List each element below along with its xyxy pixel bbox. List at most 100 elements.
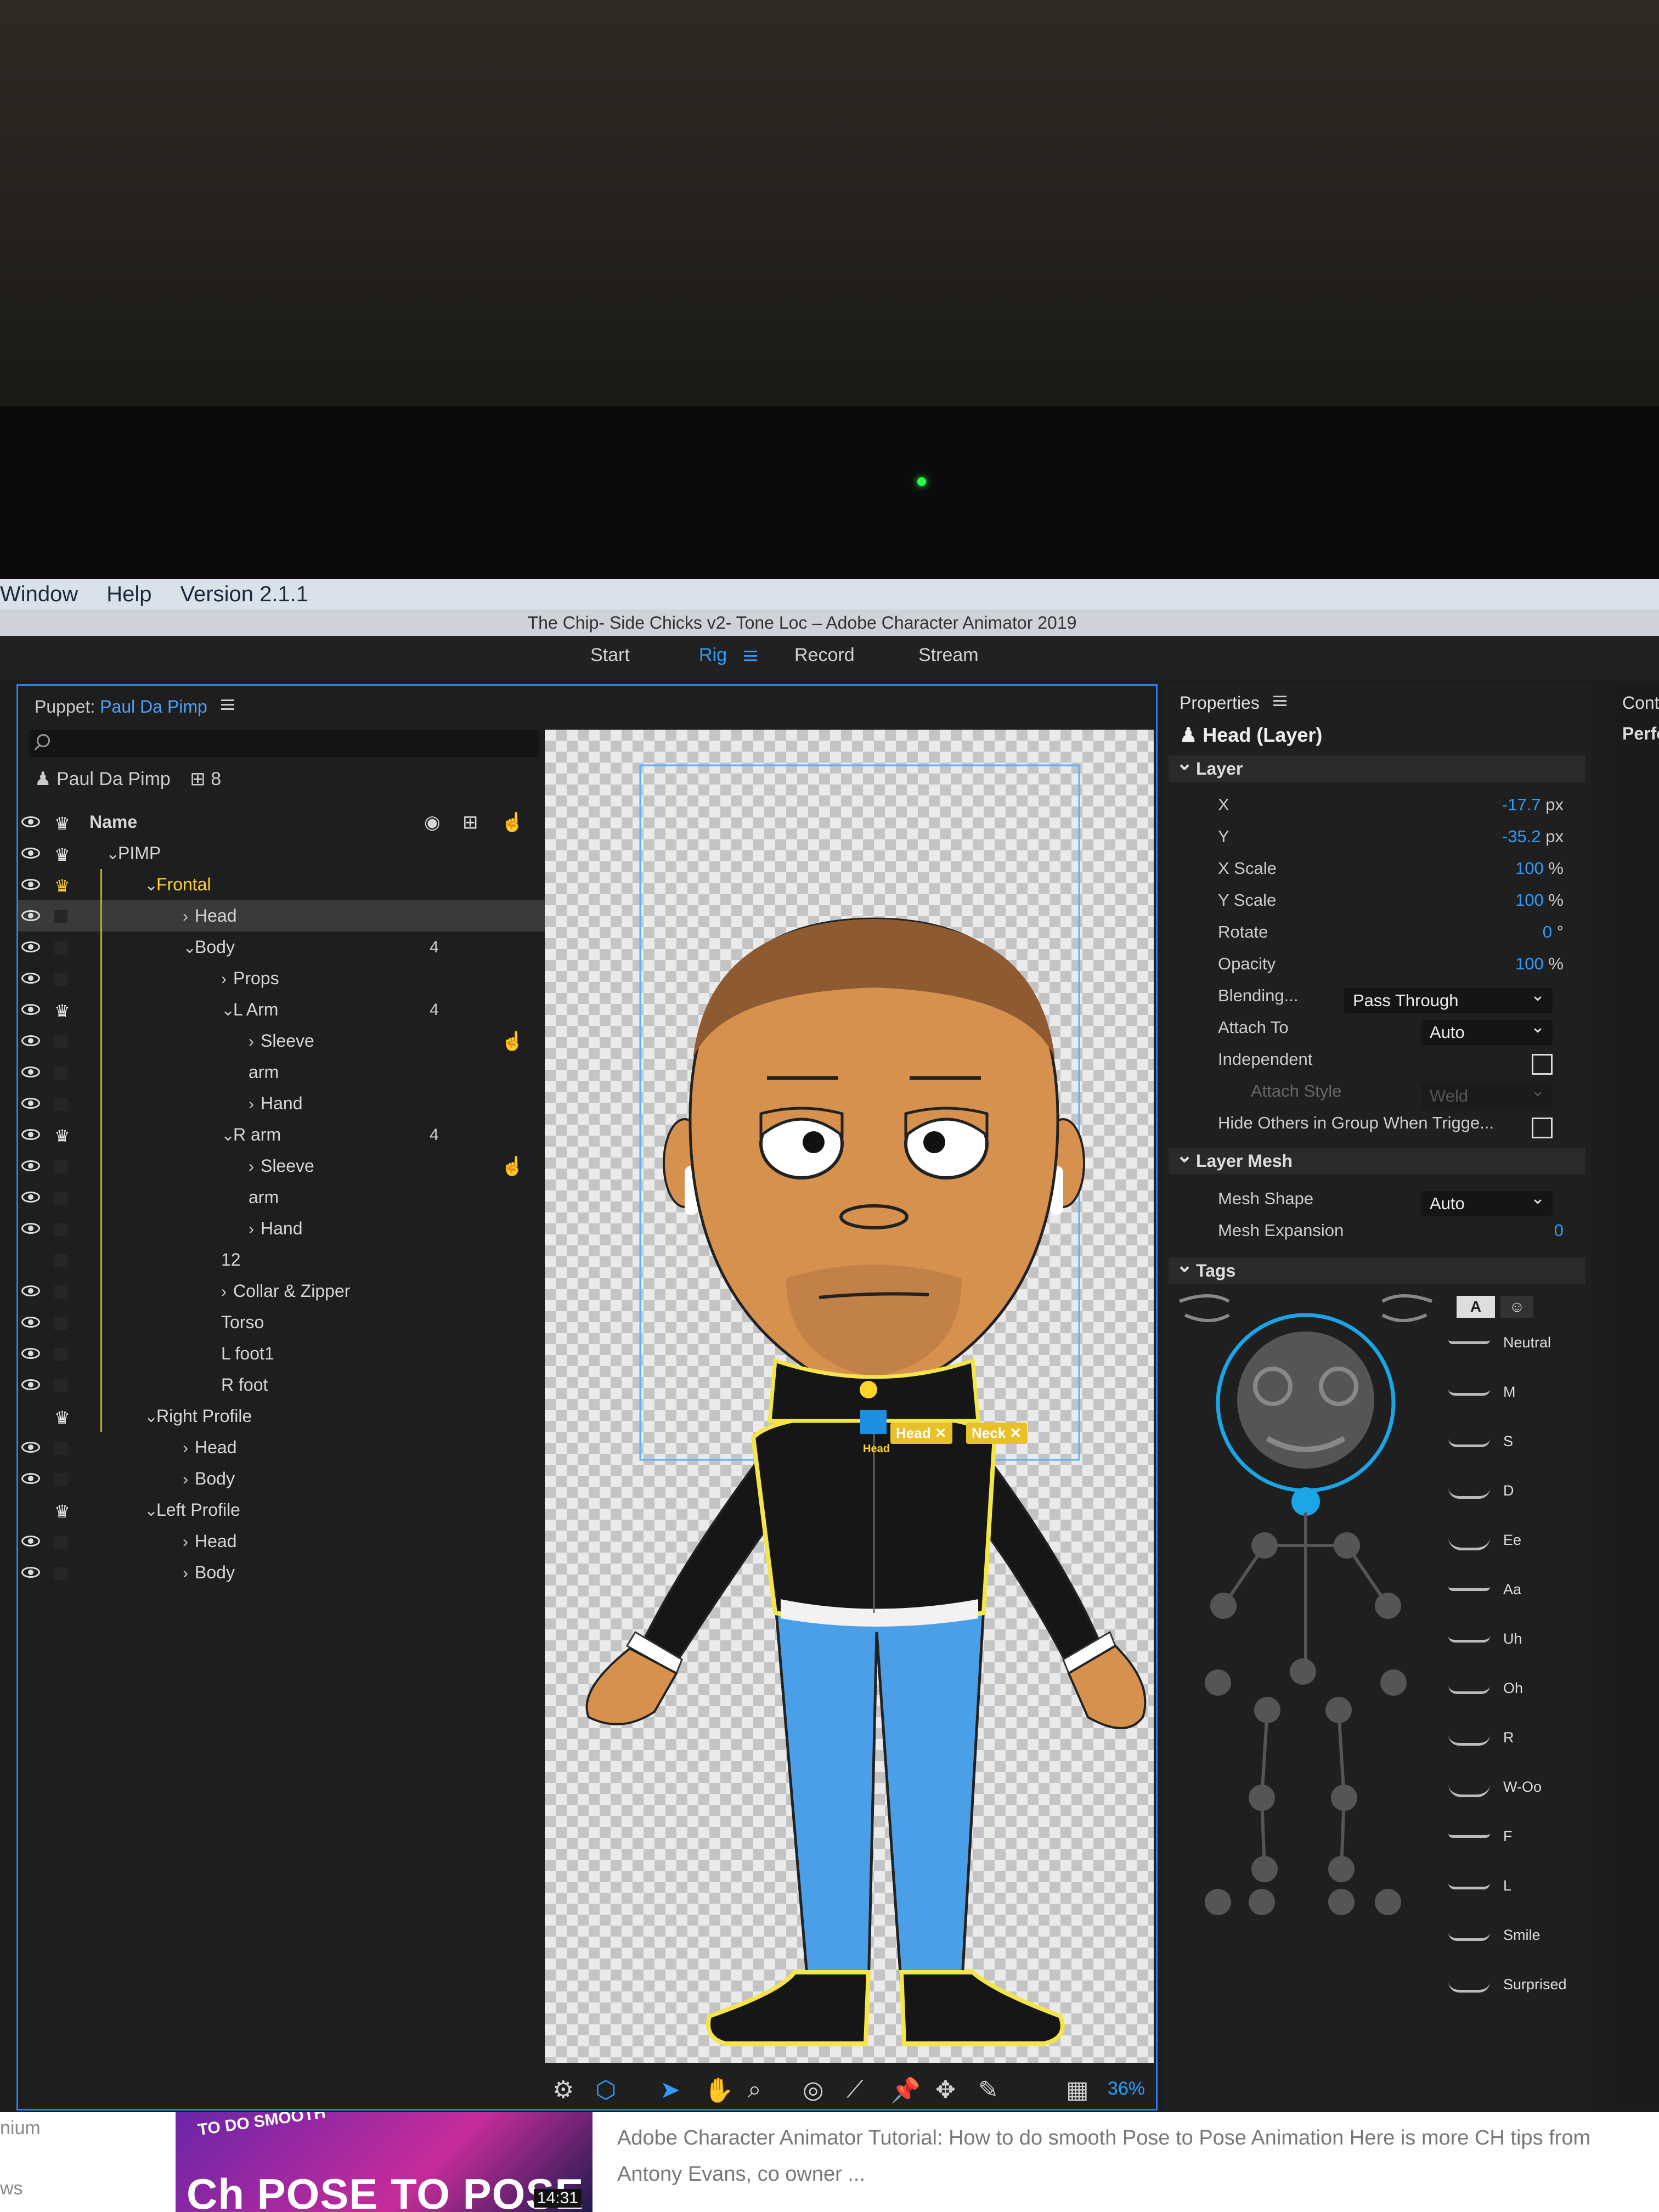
chevron-down-icon[interactable]: ⌄ bbox=[144, 1501, 158, 1520]
eye-icon[interactable] bbox=[21, 973, 40, 984]
origin-tool-icon[interactable]: ◎ bbox=[803, 2076, 823, 2104]
layer-row[interactable]: › Body bbox=[18, 1463, 545, 1494]
chevron-right-icon[interactable]: › bbox=[249, 1032, 261, 1051]
layer-toggle[interactable] bbox=[54, 1285, 67, 1299]
hand-icon[interactable]: ☝ bbox=[501, 1155, 524, 1177]
viseme-row[interactable]: S bbox=[1448, 1433, 1585, 1482]
layer-row[interactable]: Torso bbox=[18, 1307, 545, 1338]
layer-name[interactable]: › Hand bbox=[249, 1218, 303, 1239]
layer-toggle[interactable] bbox=[54, 910, 67, 923]
layer-row[interactable]: › Props bbox=[18, 963, 545, 994]
rig-canvas[interactable]: Head ✕ Neck ✕ Head bbox=[545, 730, 1154, 2107]
eye-icon[interactable] bbox=[21, 848, 40, 859]
chevron-right-icon[interactable]: › bbox=[183, 1533, 195, 1551]
eye-icon[interactable] bbox=[21, 1066, 40, 1077]
mesh-shape-select[interactable]: Auto bbox=[1421, 1186, 1553, 1216]
layer-row[interactable]: L foot1 bbox=[18, 1338, 545, 1369]
viseme-row[interactable]: Oh bbox=[1448, 1680, 1585, 1729]
eye-icon[interactable] bbox=[21, 1317, 40, 1328]
layer-name[interactable]: L foot1 bbox=[221, 1344, 274, 1364]
eye-icon[interactable] bbox=[21, 910, 40, 921]
properties-menu-icon[interactable] bbox=[1273, 693, 1286, 709]
tab-rig[interactable]: Rig bbox=[699, 645, 727, 666]
name-column-header[interactable]: Name bbox=[89, 812, 137, 832]
transparency-grid-icon[interactable]: ▦ bbox=[1066, 2076, 1089, 2104]
tag-chip-neck[interactable]: Neck ✕ bbox=[966, 1423, 1028, 1444]
eye-icon[interactable] bbox=[21, 941, 40, 952]
eye-icon[interactable] bbox=[21, 1567, 40, 1578]
prop-y-value[interactable]: -35.2 px bbox=[1502, 827, 1564, 847]
layer-row[interactable]: arm bbox=[18, 1057, 545, 1088]
menu-version[interactable]: Version 2.1.1 bbox=[180, 582, 309, 607]
video-description[interactable]: Adobe Character Animator Tutorial: How t… bbox=[617, 2120, 1605, 2192]
eye-icon[interactable] bbox=[21, 1160, 40, 1171]
layer-name[interactable]: ⌄Body bbox=[183, 937, 235, 957]
chevron-right-icon[interactable]: › bbox=[221, 970, 233, 989]
layer-row[interactable]: › Hand bbox=[18, 1088, 545, 1119]
layer-name[interactable]: ⌄R arm bbox=[221, 1125, 281, 1145]
tag-filter-text[interactable]: A bbox=[1457, 1296, 1495, 1318]
prop-opacity-value[interactable]: 100 % bbox=[1515, 954, 1564, 974]
layer-toggle[interactable] bbox=[54, 1442, 67, 1455]
layer-toggle[interactable] bbox=[54, 1379, 67, 1392]
viseme-row[interactable]: M bbox=[1448, 1384, 1585, 1433]
rig-menu-icon[interactable] bbox=[744, 648, 757, 664]
tag-filter-face[interactable]: ☺ bbox=[1500, 1296, 1533, 1318]
layer-row[interactable]: ♛ ⌄R arm 4 bbox=[18, 1119, 545, 1150]
viseme-row[interactable]: F bbox=[1448, 1828, 1585, 1877]
tag-chip-head[interactable]: Head ✕ bbox=[890, 1423, 952, 1444]
layer-name[interactable]: › Head bbox=[183, 1437, 237, 1458]
layer-name[interactable]: › Sleeve bbox=[249, 1156, 314, 1176]
layer-toggle[interactable] bbox=[54, 1567, 67, 1580]
crown-icon[interactable]: ♛ bbox=[54, 1126, 70, 1147]
dangle-tool-icon[interactable]: ⚙ bbox=[552, 2076, 574, 2104]
viseme-row[interactable]: Surprised bbox=[1448, 1976, 1585, 2025]
layer-name[interactable]: arm bbox=[249, 1187, 279, 1207]
layer-name[interactable]: ⌄Frontal bbox=[144, 874, 211, 895]
eye-icon[interactable] bbox=[21, 879, 40, 890]
eye-icon[interactable] bbox=[21, 1285, 40, 1296]
chevron-right-icon[interactable]: › bbox=[221, 1283, 233, 1301]
layer-toggle[interactable] bbox=[54, 1317, 67, 1330]
layer-toggle[interactable] bbox=[54, 1066, 67, 1080]
layer-toggle[interactable] bbox=[54, 1536, 67, 1549]
eye-icon[interactable] bbox=[21, 1379, 40, 1390]
chevron-right-icon[interactable]: › bbox=[183, 1439, 195, 1458]
chevron-right-icon[interactable]: › bbox=[249, 1095, 261, 1114]
chevron-right-icon[interactable]: › bbox=[249, 1158, 261, 1176]
eye-icon[interactable] bbox=[21, 1004, 40, 1015]
puppet-root-row[interactable]: ♟ Paul Da Pimp ⊞ 8 bbox=[35, 768, 221, 790]
zoom-level[interactable]: 36% bbox=[1108, 2078, 1145, 2100]
chevron-right-icon[interactable]: › bbox=[183, 907, 195, 926]
section-tags[interactable]: Tags bbox=[1169, 1252, 1585, 1284]
crown-icon[interactable]: ♛ bbox=[54, 876, 70, 896]
layer-row[interactable]: 12 bbox=[18, 1244, 545, 1276]
layer-name[interactable]: › Props bbox=[221, 968, 279, 989]
viseme-row[interactable]: Neutral bbox=[1448, 1334, 1585, 1384]
brush-tool-icon[interactable]: ✎ bbox=[978, 2076, 998, 2104]
viseme-row[interactable]: R bbox=[1448, 1729, 1585, 1779]
layer-row[interactable]: › Head bbox=[18, 1526, 545, 1557]
layer-row[interactable]: ♛ ⌄L Arm 4 bbox=[18, 994, 545, 1025]
prop-yscale-value[interactable]: 100 % bbox=[1515, 890, 1564, 910]
layer-row[interactable]: ♛ ⌄Left Profile bbox=[18, 1494, 545, 1526]
layer-row[interactable]: › Head bbox=[18, 900, 545, 932]
crown-icon[interactable]: ♛ bbox=[54, 844, 70, 865]
viseme-row[interactable]: Uh bbox=[1448, 1630, 1585, 1680]
tab-start[interactable]: Start bbox=[590, 645, 630, 666]
section-layer-mesh[interactable]: Layer Mesh bbox=[1169, 1142, 1585, 1174]
prop-rotate-value[interactable]: 0 ° bbox=[1543, 922, 1564, 942]
layer-toggle[interactable] bbox=[54, 1192, 67, 1205]
puppet-name[interactable]: Paul Da Pimp bbox=[100, 697, 207, 716]
hand-icon[interactable]: ☝ bbox=[501, 1030, 524, 1052]
side-panel-tab-performance[interactable]: Perfo bbox=[1622, 724, 1659, 744]
chevron-down-icon[interactable]: ⌄ bbox=[221, 1126, 235, 1145]
eye-icon[interactable] bbox=[21, 1098, 40, 1109]
layer-toggle[interactable] bbox=[54, 973, 67, 986]
blending-select[interactable]: Pass Through bbox=[1344, 983, 1553, 1013]
chevron-down-icon[interactable]: ⌄ bbox=[183, 938, 196, 957]
side-panel-tab-controls[interactable]: Cont bbox=[1622, 693, 1659, 713]
tab-stream[interactable]: Stream bbox=[918, 645, 979, 666]
layer-toggle[interactable] bbox=[54, 1098, 67, 1111]
handle-tool-icon[interactable]: ✥ bbox=[935, 2076, 956, 2104]
